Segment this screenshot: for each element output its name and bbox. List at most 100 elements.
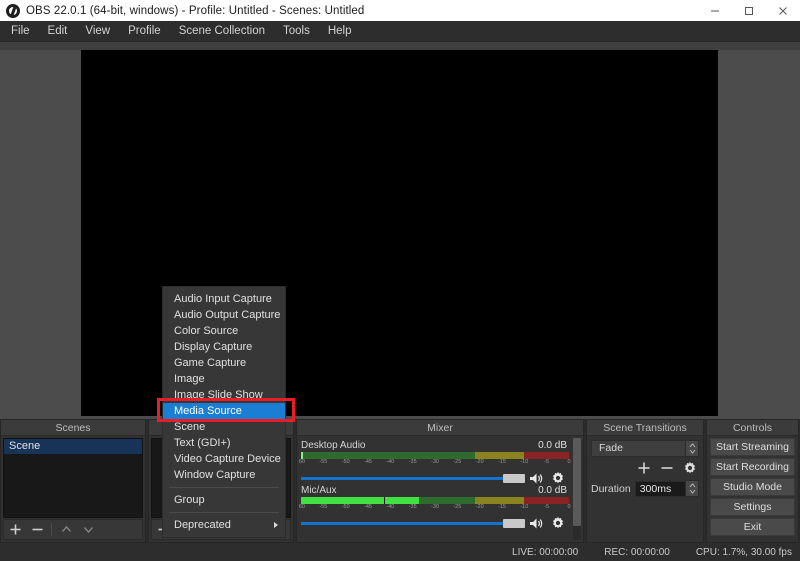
mixer-scrollbar[interactable] — [573, 438, 581, 540]
chevron-up-icon[interactable] — [55, 520, 77, 539]
meter-tick-label: -35 — [408, 459, 417, 465]
scenes-dock-body: Scene — [1, 436, 145, 542]
context-menu-item[interactable]: Color Source — [163, 323, 285, 339]
plus-icon[interactable] — [637, 461, 651, 475]
meter-tick-label: -45 — [364, 504, 372, 510]
meter-tick-label: 0 — [567, 459, 571, 465]
toolbar-divider — [51, 523, 52, 536]
close-icon[interactable] — [766, 0, 800, 21]
meter-tick-label: -55 — [319, 459, 328, 465]
meter-tick-label: -5 — [544, 504, 550, 510]
scenes-toolbar — [3, 519, 143, 540]
mixer-track-header: Desktop Audio 0.0 dB — [299, 440, 571, 451]
mixer-track-header: Mic/Aux 0.0 dB — [299, 485, 571, 496]
window-controls — [698, 0, 800, 21]
preview-workspace — [0, 42, 800, 419]
speaker-icon[interactable] — [525, 515, 547, 531]
context-menu-item[interactable]: Scene — [163, 419, 285, 435]
context-menu-item[interactable]: Game Capture — [163, 355, 285, 371]
meter-tick-label: -55 — [319, 504, 328, 510]
transition-select-spinner[interactable] — [686, 440, 699, 457]
dock-row: Scenes Scene So — [0, 419, 800, 543]
meter-tick-label: -10 — [520, 459, 529, 465]
context-menu-item[interactable]: Image — [163, 371, 285, 387]
context-menu-item[interactable]: Media Source — [163, 403, 285, 419]
start-streaming-button[interactable]: Start Streaming — [710, 438, 795, 456]
meter-tick-label: -5 — [544, 459, 550, 465]
meter-tick-label: -10 — [520, 504, 529, 510]
controls-dock-title: Controls — [707, 420, 798, 436]
transition-select[interactable]: Fade — [591, 440, 686, 457]
menu-edit[interactable]: Edit — [39, 21, 77, 42]
duration-input[interactable]: 300ms — [634, 480, 686, 497]
audio-meter-peak — [384, 497, 386, 504]
scenes-list[interactable]: Scene — [3, 438, 143, 518]
meter-tick-label: -30 — [431, 504, 439, 510]
audio-meter-scale: -60-55-50-45-40-35-30-25-20-15-10-50 — [299, 504, 571, 512]
transitions-dock-body: Fade Duration 300ms — [587, 436, 703, 542]
exit-button[interactable]: Exit — [710, 518, 795, 536]
mixer-track-db: 0.0 dB — [538, 485, 567, 496]
start-recording-button[interactable]: Start Recording — [710, 458, 795, 476]
menu-profile[interactable]: Profile — [119, 21, 170, 42]
maximize-icon[interactable] — [732, 0, 766, 21]
transition-select-row: Fade — [587, 436, 703, 457]
mixer-dock: Mixer Desktop Audio 0.0 dB -60-55-50-45-… — [296, 419, 584, 543]
duration-spinner[interactable] — [686, 480, 699, 497]
menu-tools[interactable]: Tools — [274, 21, 319, 42]
list-item[interactable]: Scene — [4, 439, 142, 454]
menu-file[interactable]: File — [2, 21, 39, 42]
menu-help[interactable]: Help — [319, 21, 361, 42]
meter-tick-label: -15 — [498, 459, 506, 465]
gear-icon[interactable] — [683, 461, 697, 475]
mixer-track-name: Mic/Aux — [301, 485, 337, 496]
context-menu-item[interactable]: Image Slide Show — [163, 387, 285, 403]
mixer-track: Desktop Audio 0.0 dB -60-55-50-45-40-35-… — [299, 438, 571, 484]
status-bar: LIVE: 00:00:00 REC: 00:00:00 CPU: 1.7%, … — [0, 543, 800, 561]
minus-icon[interactable] — [660, 461, 674, 475]
menu-scene-collection[interactable]: Scene Collection — [170, 21, 274, 42]
chevron-down-icon[interactable] — [77, 520, 99, 539]
meter-tick-label: -50 — [341, 504, 350, 510]
mixer-track-name: Desktop Audio — [301, 440, 366, 451]
context-menu-item[interactable]: Group — [163, 492, 285, 508]
settings-button[interactable]: Settings — [710, 498, 795, 516]
add-source-context-menu[interactable]: Audio Input Capture Audio Output Capture C… — [162, 286, 286, 538]
minus-icon[interactable] — [26, 520, 48, 539]
volume-slider-handle[interactable] — [503, 519, 525, 528]
context-menu-item[interactable]: Text (GDI+) — [163, 435, 285, 451]
context-menu-item[interactable]: Window Capture — [163, 467, 285, 483]
meter-tick-label: -25 — [453, 504, 462, 510]
menu-view[interactable]: View — [76, 21, 119, 42]
audio-meter-level — [301, 497, 419, 504]
context-menu-item[interactable]: Display Capture — [163, 339, 285, 355]
meter-tick-label: -30 — [431, 459, 439, 465]
context-menu-item[interactable]: Video Capture Device — [163, 451, 285, 467]
status-cpu: CPU: 1.7%, 30.00 fps — [695, 546, 792, 558]
mixer-track: Mic/Aux 0.0 dB -60-55-50-45-40-35-30-25-… — [299, 483, 571, 531]
mixer-volume-row — [301, 515, 569, 531]
meter-tick-label: -40 — [386, 459, 395, 465]
volume-slider-track — [301, 477, 525, 480]
mixer-dock-title: Mixer — [297, 420, 583, 436]
meter-tick-label: -40 — [386, 504, 395, 510]
preview-top-shadow — [0, 42, 800, 50]
mixer-scrollbar-thumb[interactable] — [573, 438, 581, 526]
volume-slider-handle[interactable] — [503, 474, 525, 483]
obs-logo-icon — [6, 3, 20, 18]
mixer-track-list: Desktop Audio 0.0 dB -60-55-50-45-40-35-… — [299, 438, 571, 540]
context-menu-item[interactable]: Audio Output Capture — [163, 307, 285, 323]
meter-tick-label: -60 — [299, 459, 305, 465]
plus-icon[interactable] — [4, 520, 26, 539]
volume-slider[interactable] — [301, 515, 525, 531]
gear-icon[interactable] — [547, 515, 569, 531]
controls-dock: Controls Start Streaming Start Recording… — [706, 419, 799, 543]
mixer-dock-body: Desktop Audio 0.0 dB -60-55-50-45-40-35-… — [297, 436, 583, 542]
scenes-dock: Scenes Scene — [0, 419, 146, 543]
studio-mode-button[interactable]: Studio Mode — [710, 478, 795, 496]
context-menu-item[interactable]: Audio Input Capture — [163, 291, 285, 307]
context-menu-item[interactable]: Deprecated — [163, 517, 285, 533]
status-rec: REC: 00:00:00 — [604, 546, 670, 558]
menu-bar: File Edit View Profile Scene Collection … — [0, 21, 800, 42]
minimize-icon[interactable] — [698, 0, 732, 21]
